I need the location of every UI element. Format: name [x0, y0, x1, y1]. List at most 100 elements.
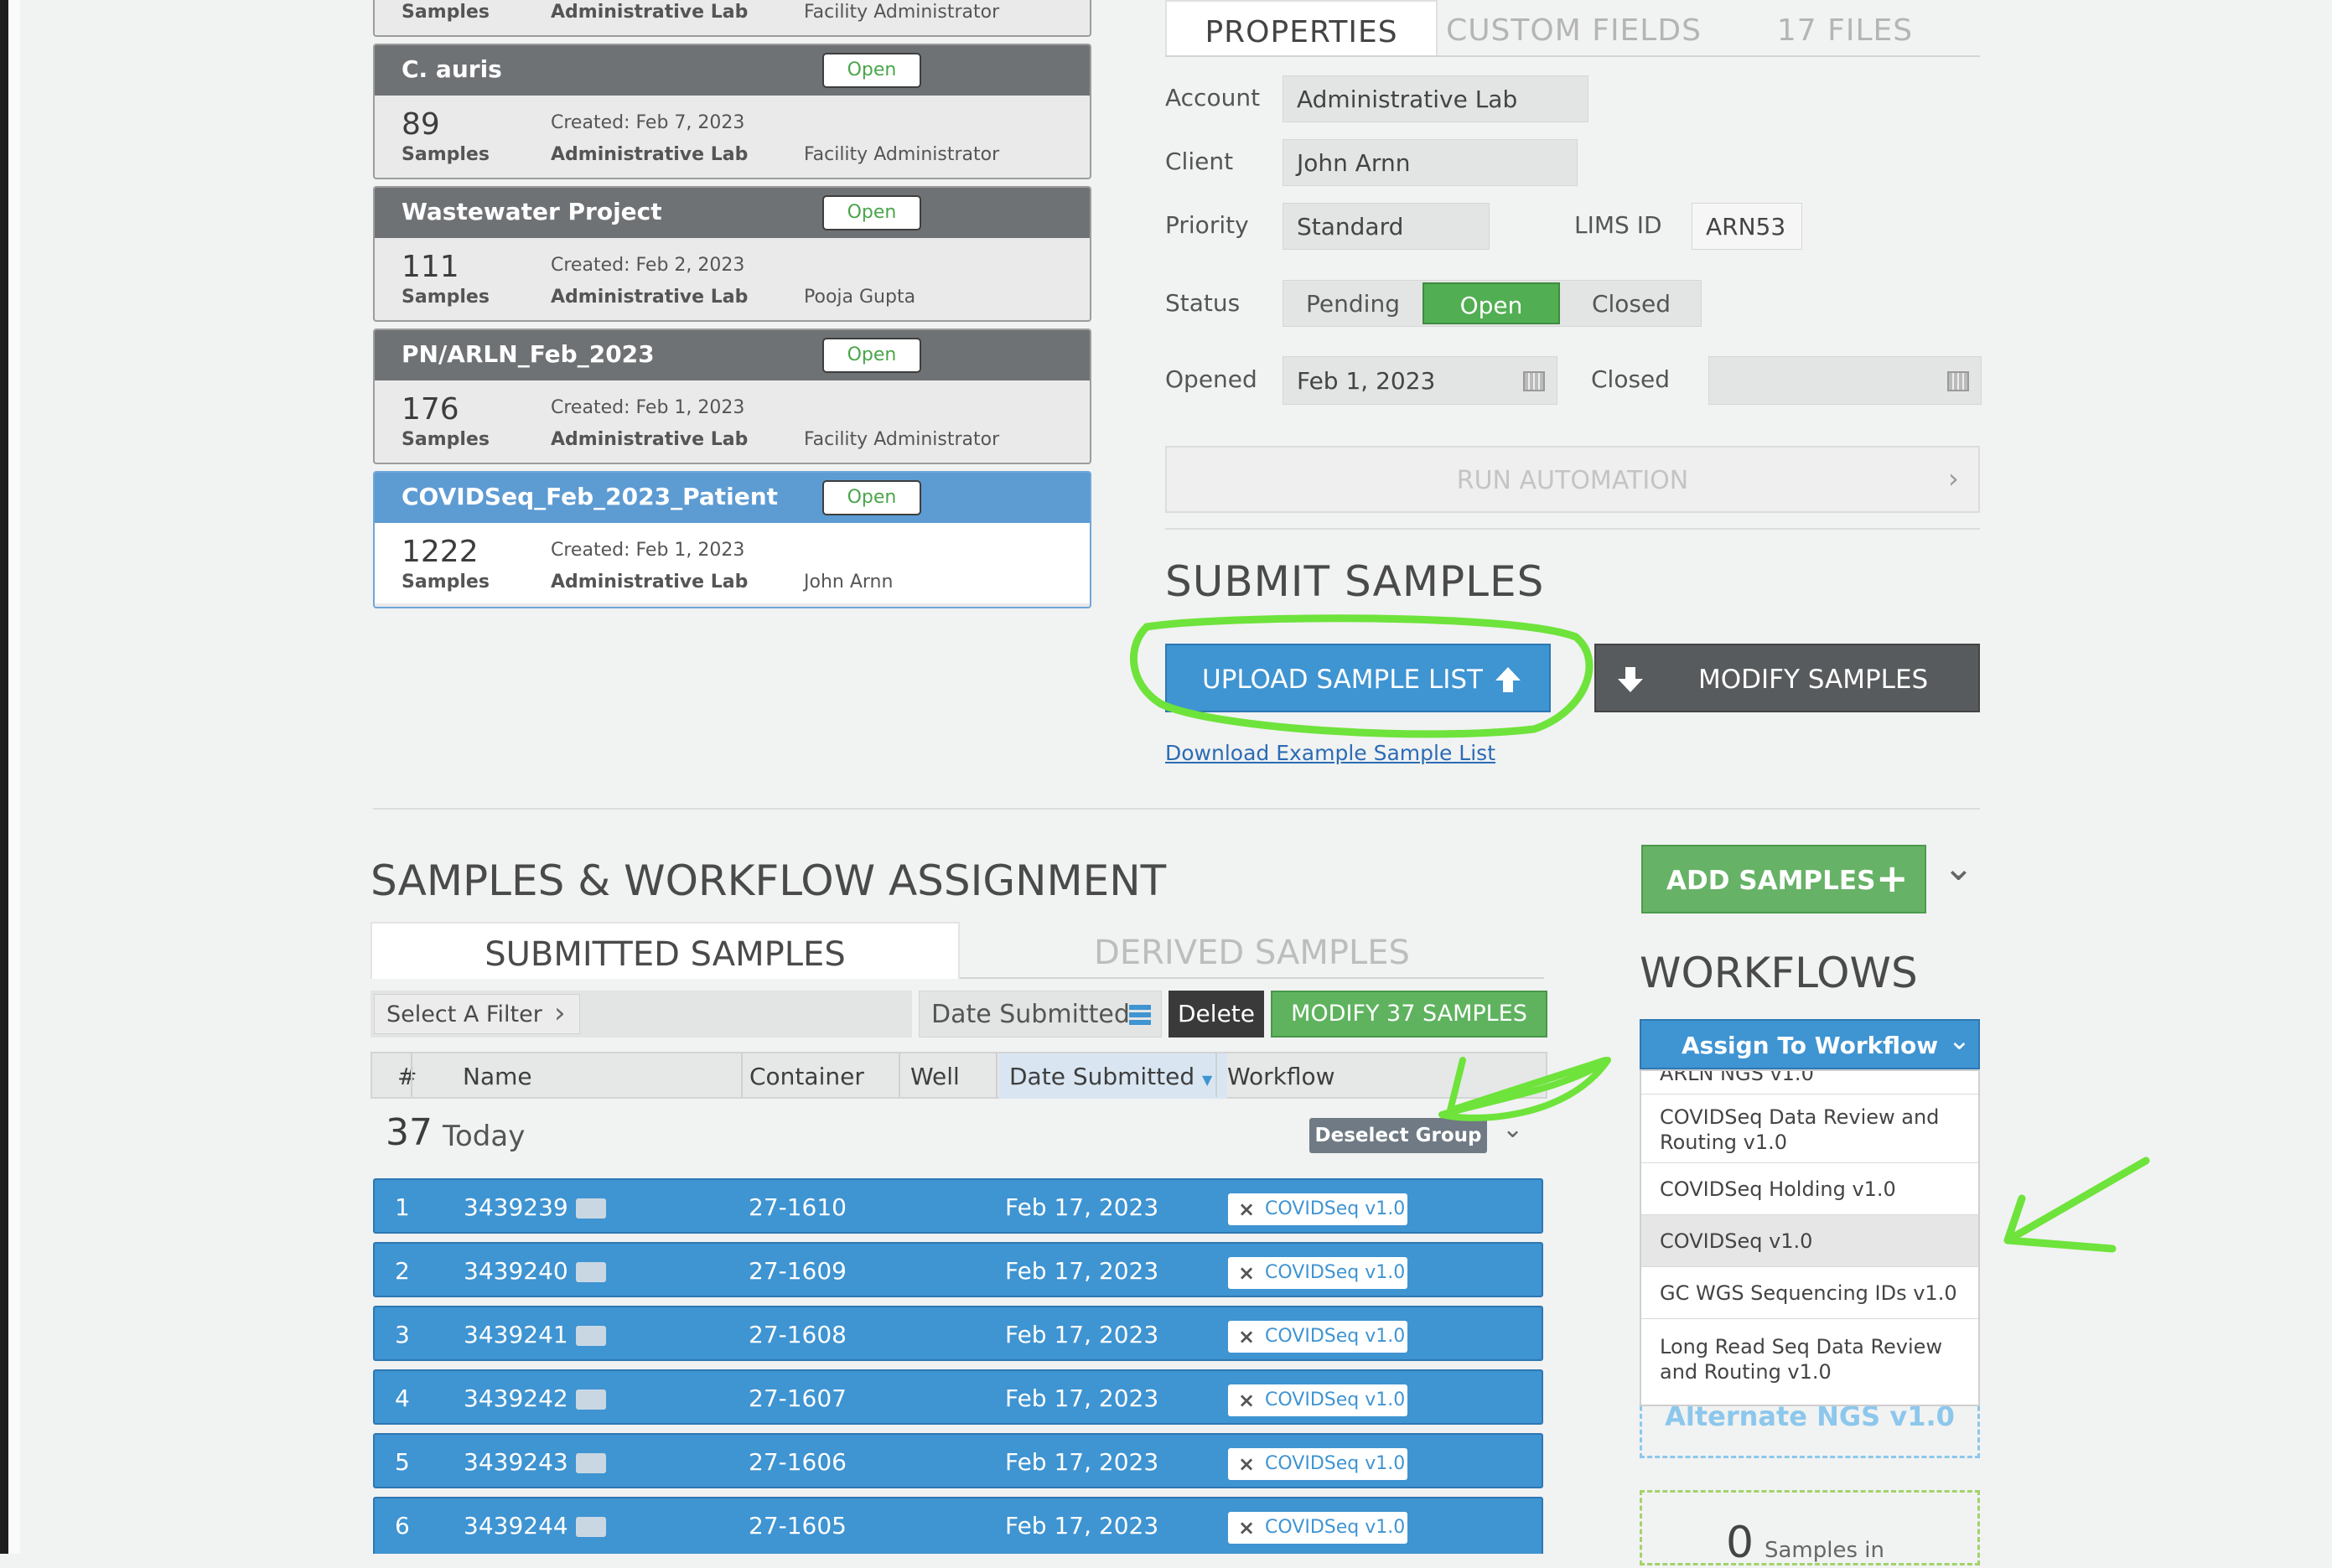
calendar-icon[interactable] — [1947, 371, 1969, 391]
status-pending[interactable]: Pending — [1283, 281, 1423, 326]
row-name: 3439241 — [464, 1321, 568, 1348]
remove-x-icon[interactable]: × — [1238, 1448, 1255, 1480]
group-label: Today — [443, 1120, 526, 1153]
status-closed[interactable]: Closed — [1562, 281, 1701, 326]
info-icon[interactable] — [576, 1198, 606, 1219]
sort-order-icon[interactable] — [1129, 1005, 1151, 1025]
add-samples-button[interactable]: ADD SAMPLES + — [1641, 845, 1926, 913]
col-number[interactable]: # — [397, 1053, 417, 1099]
divider — [1165, 528, 1980, 530]
project-card-pn-arln[interactable]: PN/ARLN_Feb_2023 Open 176 Samples Create… — [373, 329, 1091, 464]
workflow-tag[interactable]: × COVIDSeq v1.0 — [1228, 1448, 1407, 1480]
workflow-tag[interactable]: × COVIDSeq v1.0 — [1228, 1512, 1407, 1544]
tab-custom-fields[interactable]: CUSTOM FIELDS — [1438, 0, 1710, 55]
project-status-badge: Open — [822, 338, 921, 373]
workflow-tag[interactable]: × COVIDSeq v1.0 — [1228, 1321, 1407, 1353]
client-field[interactable]: John Arnn — [1283, 139, 1578, 186]
table-row[interactable]: 4 3439242 27-1607 Feb 17, 2023 × COVIDSeq… — [373, 1369, 1543, 1425]
chevron-down-icon[interactable]: ⌄ — [1502, 1115, 1523, 1144]
row-container: 27-1607 — [749, 1384, 847, 1412]
closed-date-field[interactable] — [1708, 356, 1982, 405]
project-card-covidseq-selected[interactable]: COVIDSeq_Feb_2023_Patient Open 1222 Samp… — [373, 471, 1091, 608]
priority-select[interactable]: Standard — [1283, 203, 1490, 250]
select-filter-button[interactable]: Select A Filter › — [374, 994, 580, 1034]
workflow-option[interactable]: ARLN NGS v1.0 — [1641, 1071, 1978, 1094]
dropzone-label: Samples in — [1765, 1538, 1884, 1563]
workflow-tag[interactable]: × COVIDSeq v1.0 — [1228, 1384, 1407, 1416]
run-automation-button[interactable]: RUN AUTOMATION › — [1165, 446, 1980, 513]
remove-x-icon[interactable]: × — [1238, 1384, 1255, 1416]
lims-id-field[interactable]: ARN53 — [1692, 203, 1802, 250]
samples-workflow-title: SAMPLES & WORKFLOW ASSIGNMENT — [371, 856, 1167, 905]
col-date-submitted-label: Date Submitted — [1009, 1063, 1195, 1090]
project-card-wastewater[interactable]: Wastewater Project Open 111 Samples Crea… — [373, 186, 1091, 322]
workflow-option-highlighted[interactable]: COVIDSeq v1.0 — [1641, 1215, 1978, 1267]
assign-workflow-dropdown[interactable]: Assign To Workflow ⌄ — [1640, 1019, 1980, 1069]
col-workflow[interactable]: Workflow — [1227, 1053, 1335, 1099]
col-name[interactable]: Name — [463, 1053, 532, 1099]
account-label: Account — [1165, 84, 1261, 111]
info-icon[interactable] — [576, 1389, 606, 1410]
project-owner: Facility Administrator — [804, 144, 1000, 165]
submit-samples-title: SUBMIT SAMPLES — [1165, 557, 1545, 606]
remove-x-icon[interactable]: × — [1238, 1257, 1255, 1289]
info-icon[interactable] — [576, 1326, 606, 1346]
assign-workflow-label: Assign To Workflow — [1682, 1032, 1939, 1059]
col-well[interactable]: Well — [910, 1053, 960, 1099]
project-account: Administrative Lab — [551, 429, 749, 450]
project-account: Administrative Lab — [551, 287, 749, 308]
table-row[interactable]: 1 3439239 27-1610 Feb 17, 2023 × COVIDSeq… — [373, 1178, 1543, 1234]
info-icon[interactable] — [576, 1517, 606, 1537]
workflow-option[interactable]: Long Read Seq Data Review and Routing v1… — [1641, 1319, 1978, 1405]
calendar-icon[interactable] — [1523, 371, 1545, 391]
workflow-tag[interactable]: × COVIDSeq v1.0 — [1228, 1193, 1407, 1225]
info-icon[interactable] — [576, 1262, 606, 1282]
table-row[interactable]: 5 3439243 27-1606 Feb 17, 2023 × COVIDSeq… — [373, 1433, 1543, 1488]
tab-properties[interactable]: PROPERTIES — [1165, 0, 1438, 55]
col-divider — [1215, 1053, 1217, 1097]
remove-x-icon[interactable]: × — [1238, 1193, 1255, 1225]
modify-37-samples-button[interactable]: MODIFY 37 SAMPLES — [1271, 991, 1547, 1038]
project-owner: Pooja Gupta — [804, 287, 916, 308]
delete-button[interactable]: Delete — [1169, 991, 1264, 1038]
account-field[interactable]: Administrative Lab — [1283, 75, 1588, 122]
row-container: 27-1606 — [749, 1448, 847, 1476]
tab-submitted-samples[interactable]: SUBMITTED SAMPLES — [371, 922, 960, 979]
table-row[interactable]: 6 3439244 27-1605 Feb 17, 2023 × COVIDSeq… — [373, 1497, 1543, 1554]
table-row[interactable]: 3 3439241 27-1608 Feb 17, 2023 × COVIDSeq… — [373, 1306, 1543, 1361]
info-icon[interactable] — [576, 1453, 606, 1473]
remove-x-icon[interactable]: × — [1238, 1512, 1255, 1544]
project-sample-count: 111 — [402, 250, 459, 284]
row-name: 3439240 — [464, 1257, 568, 1285]
download-example-link[interactable]: Download Example Sample List — [1165, 741, 1495, 765]
project-card-partial[interactable]: Samples Administrative Lab Facility Admi… — [373, 0, 1091, 37]
project-owner: John Arnn — [804, 572, 894, 593]
tab-derived-samples[interactable]: DERIVED SAMPLES — [960, 922, 1544, 979]
upload-sample-list-button[interactable]: UPLOAD SAMPLE LIST — [1165, 644, 1551, 712]
project-samples-label: Samples — [402, 572, 490, 593]
status-open[interactable]: Open — [1423, 282, 1560, 324]
sort-field-select[interactable]: Date Submitted — [919, 991, 1162, 1038]
opened-date-field[interactable]: Feb 1, 2023 — [1283, 356, 1557, 405]
workflow-dropzone-samples[interactable]: 0 Samples in — [1640, 1490, 1980, 1568]
workflow-option[interactable]: GC WGS Sequencing IDs v1.0 — [1641, 1267, 1978, 1319]
closed-label: Closed — [1591, 365, 1671, 393]
col-date-submitted[interactable]: Date Submitted ▼ — [999, 1053, 1227, 1099]
remove-x-icon[interactable]: × — [1238, 1321, 1255, 1353]
workflow-option[interactable]: COVIDSeq Data Review and Routing v1.0 — [1641, 1094, 1978, 1163]
row-date: Feb 17, 2023 — [1005, 1448, 1159, 1476]
deselect-group-button[interactable]: Deselect Group — [1309, 1118, 1487, 1153]
row-number: 2 — [395, 1257, 410, 1285]
row-date: Feb 17, 2023 — [1005, 1512, 1159, 1540]
workflow-option[interactable]: COVIDSeq Holding v1.0 — [1641, 1163, 1978, 1215]
project-card-c-auris[interactable]: C. auris Open 89 Samples Created: Feb 7,… — [373, 44, 1091, 179]
col-container[interactable]: Container — [749, 1053, 864, 1099]
project-owner: Facility Administrator — [804, 429, 1000, 450]
workflow-tag-label: COVIDSeq v1.0 — [1265, 1453, 1406, 1474]
tab-files[interactable]: 17 FILES — [1710, 0, 1980, 55]
upload-arrow-icon — [1495, 667, 1521, 692]
modify-samples-button[interactable]: MODIFY SAMPLES — [1594, 644, 1980, 712]
chevron-down-icon[interactable]: ⌄ — [1943, 846, 1974, 889]
workflow-tag[interactable]: × COVIDSeq v1.0 — [1228, 1257, 1407, 1289]
table-row[interactable]: 2 3439240 27-1609 Feb 17, 2023 × COVIDSeq… — [373, 1242, 1543, 1297]
